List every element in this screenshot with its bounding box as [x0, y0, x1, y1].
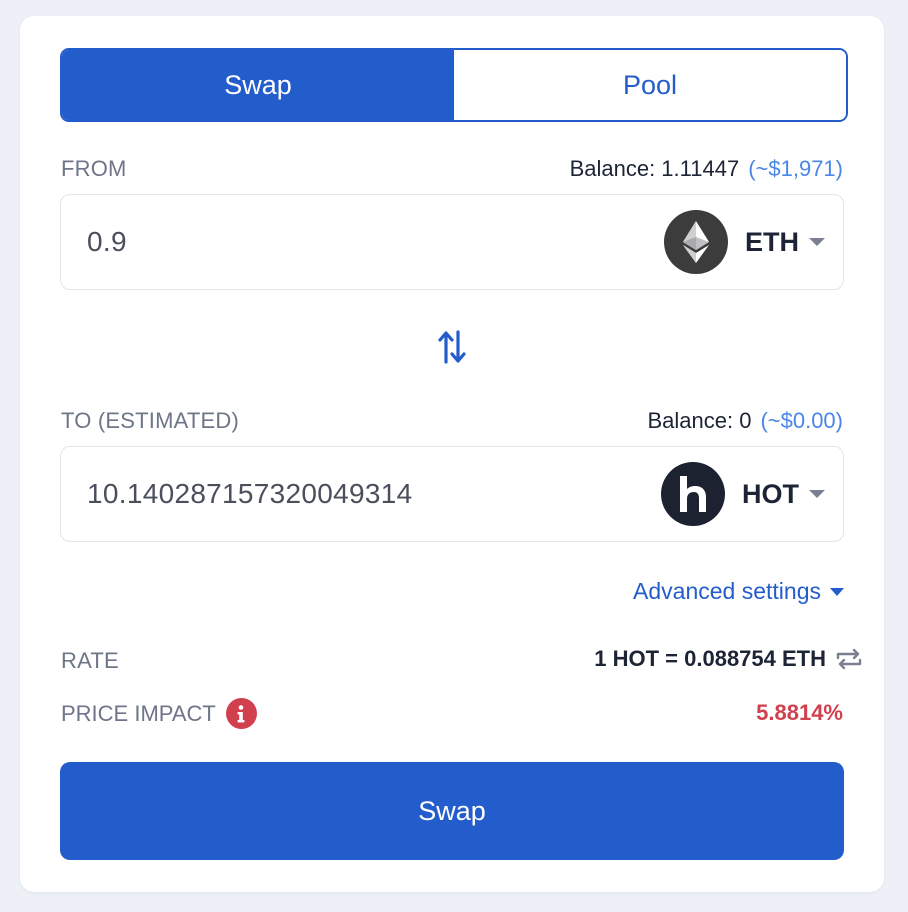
to-balance-amount: Balance: 0	[647, 408, 752, 433]
price-impact-value: 5.8814%	[756, 700, 843, 725]
ethereum-icon	[664, 210, 728, 274]
from-balance-fiat: (~$1,971)	[748, 156, 843, 181]
rate-value: 1 HOT = 0.088754 ETH	[594, 646, 864, 672]
tab-swap[interactable]: Swap	[62, 50, 454, 120]
tab-pool[interactable]: Pool	[454, 50, 846, 120]
from-field: 0.9 ETH	[60, 194, 844, 290]
rate-label: RATE	[61, 648, 119, 673]
info-icon[interactable]	[225, 698, 257, 729]
swap-pool-tabs: Swap Pool	[60, 48, 848, 122]
from-label: FROM	[61, 156, 127, 181]
caret-down-icon	[830, 587, 844, 596]
price-impact-label: PRICE IMPACT	[61, 700, 216, 726]
to-balance: Balance: 0 (~$0.00)	[647, 408, 843, 434]
chevron-down-icon	[809, 238, 825, 246]
price-impact-row: PRICE IMPACT	[61, 698, 257, 729]
chevron-down-icon	[809, 490, 825, 498]
rate-invert-icon[interactable]	[834, 648, 864, 670]
from-token-symbol: ETH	[745, 226, 799, 257]
advanced-settings-label: Advanced settings	[633, 578, 821, 604]
rate-text: 1 HOT = 0.088754 ETH	[594, 646, 826, 671]
to-field: 10.140287157320049314 HOT	[60, 446, 844, 542]
from-balance-amount: Balance: 1.11447	[569, 156, 740, 181]
holo-icon	[661, 462, 725, 526]
from-amount-input[interactable]: 0.9	[87, 195, 127, 289]
to-token-selector[interactable]: HOT	[661, 447, 825, 541]
swap-button[interactable]: Swap	[60, 762, 844, 860]
to-label: TO (ESTIMATED)	[61, 408, 239, 433]
from-token-selector[interactable]: ETH	[664, 195, 825, 289]
to-amount-input[interactable]: 10.140287157320049314	[87, 447, 413, 541]
to-balance-fiat: (~$0.00)	[760, 408, 843, 433]
from-balance: Balance: 1.11447 (~$1,971)	[570, 156, 843, 182]
advanced-settings-toggle[interactable]: Advanced settings	[633, 578, 844, 605]
swap-direction-icon[interactable]	[438, 330, 466, 364]
to-token-symbol: HOT	[742, 478, 799, 509]
